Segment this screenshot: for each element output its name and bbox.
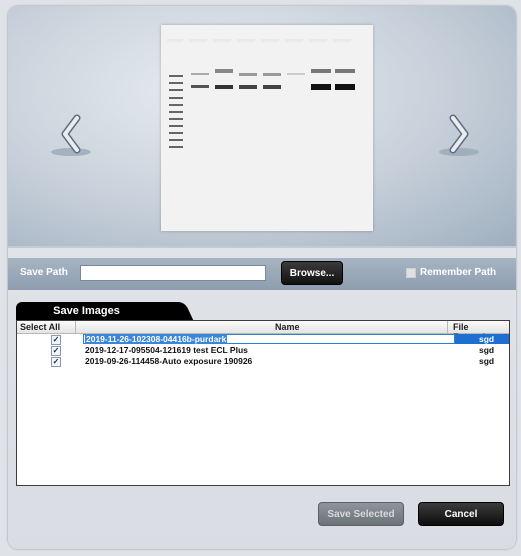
select-all-header[interactable]: Select All [20, 322, 60, 332]
image-preview-panel [8, 6, 516, 248]
file-extension: sgd [479, 334, 495, 344]
chevron-right-icon[interactable] [434, 104, 484, 164]
file-name: 2019-11-26-102308-04416b-purdark [85, 334, 228, 344]
remember-path-label: Remember Path [420, 267, 497, 278]
save-selected-button[interactable]: Save Selected [318, 502, 404, 526]
chevron-left-icon[interactable] [46, 104, 96, 164]
save-images-table: Select All Name File Extension ✓ 2019-11… [16, 320, 510, 486]
file-name: 2019-09-26-114458-Auto exposure 190926 [85, 356, 253, 366]
gel-image-thumbnail [161, 25, 373, 231]
save-images-dialog: Save Path Browse... Remember Path Save I… [8, 6, 516, 549]
row-checkbox[interactable]: ✓ [51, 335, 61, 345]
save-path-label: Save Path [20, 267, 68, 278]
file-extension: sgd [479, 345, 495, 355]
table-row[interactable]: ✓ 2019-09-26-114458-Auto exposure 190926… [17, 356, 509, 367]
remember-path-checkbox[interactable]: Remember Path [406, 267, 496, 278]
name-header: Name [275, 322, 300, 332]
save-path-bar: Save Path Browse... Remember Path [8, 258, 516, 290]
column-divider [75, 321, 76, 333]
checkbox-icon[interactable] [406, 267, 416, 278]
table-header: Select All Name File Extension [17, 321, 509, 342]
table-row[interactable]: ✓ 2019-11-26-102308-04416b-purdark sgd [17, 334, 509, 345]
tab-save-images[interactable]: Save Images [16, 302, 181, 320]
row-checkbox[interactable]: ✓ [51, 357, 61, 367]
table-row[interactable]: ✓ 2019-12-17-095504-121619 test ECL Plus… [17, 345, 509, 356]
save-path-input[interactable] [80, 265, 266, 281]
browse-button[interactable]: Browse... [281, 261, 343, 285]
column-divider [447, 321, 448, 333]
cancel-button[interactable]: Cancel [418, 502, 504, 526]
file-name: 2019-12-17-095504-121619 test ECL Plus [85, 345, 248, 355]
file-extension: sgd [479, 356, 495, 366]
row-checkbox[interactable]: ✓ [51, 346, 61, 356]
